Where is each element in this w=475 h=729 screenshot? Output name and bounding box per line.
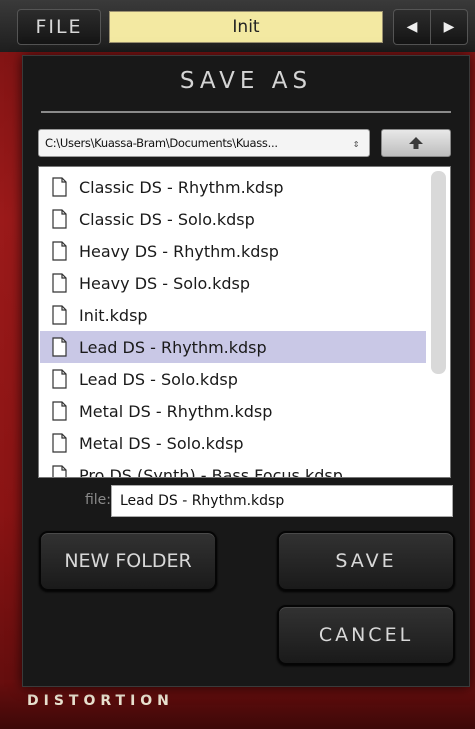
file-icon — [52, 433, 67, 453]
select-arrows-icon: ⇕ — [352, 136, 360, 150]
triangle-right-icon: ▶ — [443, 19, 455, 35]
file-list[interactable]: Classic DS - Rhythm.kdsp Classic DS - So… — [38, 166, 451, 478]
parent-folder-button[interactable] — [381, 129, 451, 157]
preset-name-display[interactable]: Init — [109, 11, 383, 43]
file-name: Classic DS - Rhythm.kdsp — [79, 177, 284, 197]
file-name: Heavy DS - Solo.kdsp — [79, 273, 251, 293]
brand-text: DISTORTION — [27, 693, 174, 709]
list-item[interactable]: Metal DS - Rhythm.kdsp — [40, 395, 426, 427]
dialog-title: SAVE AS — [179, 68, 313, 94]
file-name: Metal DS - Solo.kdsp — [79, 433, 244, 453]
list-item[interactable]: Lead DS - Solo.kdsp — [40, 363, 426, 395]
file-name: Classic DS - Solo.kdsp — [79, 209, 255, 229]
list-item[interactable]: Heavy DS - Rhythm.kdsp — [40, 235, 426, 267]
previous-preset-button[interactable]: ◀ — [393, 9, 431, 45]
list-item-selected[interactable]: Lead DS - Rhythm.kdsp — [40, 331, 426, 363]
folder-path-text: C:\Users\Kuassa-Bram\Documents\Kuass... — [45, 136, 278, 150]
file-name-input[interactable] — [111, 485, 453, 517]
triangle-left-icon: ◀ — [406, 19, 418, 35]
list-item[interactable]: Metal DS - Solo.kdsp — [40, 427, 426, 459]
file-name-label: file: — [84, 492, 111, 508]
file-icon — [52, 273, 67, 293]
save-as-dialog: SAVE AS C:\Users\Kuassa-Bram\Documents\K… — [22, 55, 470, 687]
up-arrow-icon — [409, 137, 423, 149]
list-item[interactable]: Init.kdsp — [40, 299, 426, 331]
file-icon — [52, 465, 67, 477]
list-scrollbar[interactable] — [431, 171, 446, 374]
file-name: Init.kdsp — [79, 305, 148, 325]
next-preset-button[interactable]: ▶ — [430, 9, 468, 45]
file-name: Pro DS (Synth) - Bass Focus.kdsp — [79, 465, 343, 478]
file-name: Metal DS - Rhythm.kdsp — [79, 401, 273, 421]
file-name: Heavy DS - Rhythm.kdsp — [79, 241, 279, 261]
save-button[interactable]: SAVE — [277, 531, 455, 591]
list-item[interactable]: Heavy DS - Solo.kdsp — [40, 267, 426, 299]
plugin-toolbar: FILE Init ◀ ▶ — [0, 0, 475, 52]
list-item[interactable]: Classic DS - Rhythm.kdsp — [40, 171, 426, 203]
folder-path-select[interactable]: C:\Users\Kuassa-Bram\Documents\Kuass... … — [38, 129, 370, 157]
list-item[interactable]: Pro DS (Synth) - Bass Focus.kdsp — [40, 459, 426, 478]
file-name: Lead DS - Rhythm.kdsp — [79, 337, 267, 357]
file-icon — [52, 401, 67, 421]
file-name: Lead DS - Solo.kdsp — [79, 369, 238, 389]
new-folder-button[interactable]: NEW FOLDER — [39, 531, 217, 591]
list-item[interactable]: Classic DS - Solo.kdsp — [40, 203, 426, 235]
title-divider — [41, 111, 451, 113]
file-icon — [52, 209, 67, 229]
cancel-button[interactable]: CANCEL — [277, 605, 455, 665]
file-icon — [52, 305, 67, 325]
file-menu-button[interactable]: FILE — [17, 9, 101, 45]
file-icon — [52, 177, 67, 197]
file-icon — [52, 337, 67, 357]
file-icon — [52, 241, 67, 261]
file-icon — [52, 369, 67, 389]
